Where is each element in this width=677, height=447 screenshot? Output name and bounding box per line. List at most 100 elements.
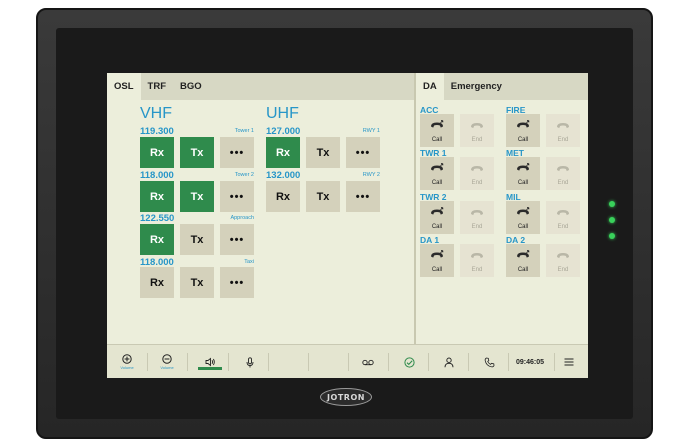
toolbar-separator bbox=[468, 353, 469, 371]
da-line-twr-1-call-button[interactable]: Call bbox=[420, 157, 454, 190]
tab-trf[interactable]: TRF bbox=[141, 73, 173, 100]
call-caption: Call bbox=[517, 224, 529, 230]
phone-hangup-icon bbox=[556, 161, 570, 179]
clock-time: 09:46:05 bbox=[515, 358, 545, 366]
end-caption: End bbox=[471, 224, 483, 230]
phone-hangup-icon bbox=[470, 118, 484, 136]
uhf-channel-2-more-button[interactable]: ••• bbox=[346, 181, 380, 212]
vhf-channel-2-tx-button[interactable]: Tx bbox=[180, 181, 214, 212]
radio-tabs: OSL TRF BGO bbox=[107, 73, 209, 100]
toolbar-separator bbox=[268, 353, 269, 371]
da-line-fire-end-button[interactable]: End bbox=[546, 114, 580, 147]
phone-call-icon bbox=[516, 205, 530, 223]
da-line-twr-2-end-button[interactable]: End bbox=[460, 201, 494, 234]
voicemail-icon bbox=[362, 359, 374, 365]
da-line-met-end-button[interactable]: End bbox=[546, 157, 580, 190]
microphone-button[interactable] bbox=[242, 345, 258, 378]
voicemail-button[interactable] bbox=[360, 345, 376, 378]
phone-hangup-icon bbox=[556, 205, 570, 223]
da-line-twr-1-end-button[interactable]: End bbox=[460, 157, 494, 190]
call-caption: Call bbox=[431, 224, 443, 230]
da-line-da-1-call-button[interactable]: Call bbox=[420, 244, 454, 277]
user-button[interactable] bbox=[441, 345, 457, 378]
status-led-3 bbox=[609, 233, 615, 239]
toolbar-separator bbox=[187, 353, 188, 371]
menu-button[interactable] bbox=[561, 345, 577, 378]
uhf-channel-1-frequency: 127.000 bbox=[266, 126, 301, 137]
vhf-channel-1-tx-button[interactable]: Tx bbox=[180, 137, 214, 168]
da-line-fire-call-button[interactable]: Call bbox=[506, 114, 540, 147]
plus-circle-icon bbox=[122, 354, 132, 364]
vhf-channel-4-tx-button[interactable]: Tx bbox=[180, 267, 214, 298]
vhf-channel-1-rx-button[interactable]: Rx bbox=[140, 137, 174, 168]
call-caption: Call bbox=[517, 267, 529, 273]
user-icon bbox=[444, 357, 454, 367]
vhf-channel-3-label: Approach bbox=[230, 215, 254, 221]
volume-up-button[interactable]: Volume bbox=[119, 345, 135, 378]
brand-logo-text: JOTRON bbox=[327, 392, 365, 402]
uhf-channel-2-frequency: 132.000 bbox=[266, 170, 301, 181]
toolbar-separator bbox=[348, 353, 349, 371]
vhf-channel-1-more-button[interactable]: ••• bbox=[220, 137, 254, 168]
vhf-channel-3-rx-button[interactable]: Rx bbox=[140, 224, 174, 255]
toolbar-separator bbox=[508, 353, 509, 371]
uhf-channel-2-rx-button[interactable]: Rx bbox=[266, 181, 300, 212]
toolbar-separator bbox=[428, 353, 429, 371]
direct-access-panel: DA Emergency ACC Call End FIRE Call End TWR 1C… bbox=[416, 73, 588, 344]
phone-call-icon bbox=[430, 248, 444, 266]
clock-display: 09:46:05 bbox=[511, 345, 549, 378]
phone-hangup-icon bbox=[556, 118, 570, 136]
vhf-channel-4-label: Taxi bbox=[244, 259, 254, 265]
phone-call-icon bbox=[516, 248, 530, 266]
bottom-toolbar: Volume Volume 09:46:05 bbox=[107, 344, 588, 378]
phone-call-icon bbox=[430, 161, 444, 179]
tab-bgo[interactable]: BGO bbox=[173, 73, 209, 100]
tab-osl[interactable]: OSL bbox=[107, 73, 141, 100]
da-line-mil-end-button[interactable]: End bbox=[546, 201, 580, 234]
touch-screen: OSL TRF BGO VHF UHF 119.300 Tower 1 Rx T… bbox=[107, 73, 588, 378]
speaker-button[interactable] bbox=[202, 345, 218, 378]
check-circle-icon bbox=[403, 356, 415, 368]
end-caption: End bbox=[557, 180, 569, 186]
da-line-twr-2-call-button[interactable]: Call bbox=[420, 201, 454, 234]
phone-call-icon bbox=[516, 118, 530, 136]
da-line-mil-call-button[interactable]: Call bbox=[506, 201, 540, 234]
da-line-acc-call-button[interactable]: Call bbox=[420, 114, 454, 147]
phone-icon bbox=[484, 357, 494, 367]
phone-button[interactable] bbox=[481, 345, 497, 378]
uhf-channel-1-tx-button[interactable]: Tx bbox=[306, 137, 340, 168]
tab-da[interactable]: DA bbox=[416, 73, 444, 100]
vhf-channel-4-more-button[interactable]: ••• bbox=[220, 267, 254, 298]
vhf-title: VHF bbox=[140, 105, 172, 122]
vhf-channel-3-frequency: 122.550 bbox=[140, 213, 175, 224]
volume-down-button[interactable]: Volume bbox=[159, 345, 175, 378]
vhf-channel-4-rx-button[interactable]: Rx bbox=[140, 267, 174, 298]
da-line-da-2-end-button[interactable]: End bbox=[546, 244, 580, 277]
uhf-channel-1-more-button[interactable]: ••• bbox=[346, 137, 380, 168]
da-line-da-2-call-button[interactable]: Call bbox=[506, 244, 540, 277]
uhf-channel-2-tx-button[interactable]: Tx bbox=[306, 181, 340, 212]
toolbar-separator bbox=[554, 353, 555, 371]
vhf-channel-1-frequency: 119.300 bbox=[140, 126, 174, 137]
phone-hangup-icon bbox=[556, 248, 570, 266]
vhf-channel-3-tx-button[interactable]: Tx bbox=[180, 224, 214, 255]
end-caption: End bbox=[557, 224, 569, 230]
call-caption: Call bbox=[431, 180, 443, 186]
da-tabs: DA Emergency bbox=[416, 73, 509, 100]
da-line-acc-end-button[interactable]: End bbox=[460, 114, 494, 147]
uhf-channel-1-rx-button[interactable]: Rx bbox=[266, 137, 300, 168]
vhf-channel-3-more-button[interactable]: ••• bbox=[220, 224, 254, 255]
vhf-channel-2-more-button[interactable]: ••• bbox=[220, 181, 254, 212]
status-led-1 bbox=[609, 201, 615, 207]
da-line-da-1-end-button[interactable]: End bbox=[460, 244, 494, 277]
status-leds bbox=[609, 201, 615, 249]
vhf-channel-2-rx-button[interactable]: Rx bbox=[140, 181, 174, 212]
da-line-met-call-button[interactable]: Call bbox=[506, 157, 540, 190]
call-caption: Call bbox=[431, 137, 443, 143]
minus-circle-icon bbox=[162, 354, 172, 364]
tab-emergency[interactable]: Emergency bbox=[444, 73, 509, 100]
toolbar-separator bbox=[388, 353, 389, 371]
confirm-button[interactable] bbox=[401, 345, 417, 378]
speaker-active-indicator bbox=[198, 367, 222, 370]
end-caption: End bbox=[471, 267, 483, 273]
